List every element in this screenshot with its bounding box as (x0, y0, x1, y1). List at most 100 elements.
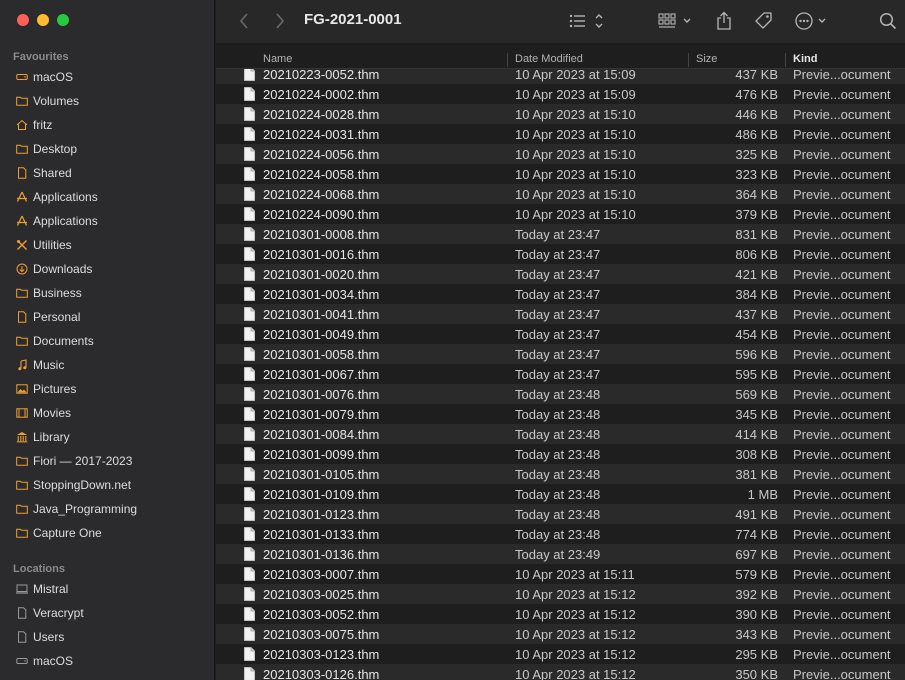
file-row[interactable]: 20210301-0123.thm Today at 23:48 491 KB Pre… (216, 504, 905, 524)
column-date-modified[interactable]: Date Modified (515, 53, 583, 65)
sidebar-item[interactable]: Java_Programming (0, 498, 214, 520)
file-kind: Previe...ocument (793, 467, 891, 482)
file-name: 20210303-0123.thm (263, 647, 380, 662)
file-name: 20210301-0076.thm (263, 387, 380, 402)
file-date-modified: Today at 23:47 (515, 287, 601, 302)
file-row[interactable]: 20210301-0109.thm Today at 23:48 1 MB Previ… (216, 484, 905, 504)
file-row[interactable]: 20210301-0084.thm Today at 23:48 414 KB Pre… (216, 424, 905, 444)
sidebar-item[interactable]: Shared (0, 162, 214, 184)
list-view-icon (569, 14, 603, 28)
sidebar-item[interactable]: Applications (0, 186, 214, 208)
sidebar-item[interactable]: Personal (0, 306, 214, 328)
file-name: 20210301-0109.thm (263, 487, 380, 502)
sidebar-item-label: Applications (33, 214, 98, 228)
document-icon (244, 147, 255, 161)
document-icon (244, 347, 255, 361)
group-button[interactable] (658, 12, 694, 30)
file-date-modified: 10 Apr 2023 at 15:12 (515, 587, 636, 602)
sidebar-item[interactable]: Volumes (0, 90, 214, 112)
file-row[interactable]: 20210303-0075.thm 10 Apr 2023 at 15:12 343… (216, 624, 905, 644)
file-row[interactable]: 20210301-0136.thm Today at 23:49 697 KB Pre… (216, 544, 905, 564)
file-size: 421 KB (735, 267, 778, 282)
file-row[interactable]: 20210301-0079.thm Today at 23:48 345 KB Pre… (216, 404, 905, 424)
more-actions-button[interactable] (794, 11, 830, 31)
file-row[interactable]: 20210303-0007.thm 10 Apr 2023 at 15:11 579… (216, 564, 905, 584)
column-divider[interactable] (785, 53, 786, 67)
file-row[interactable]: 20210301-0034.thm Today at 23:47 384 KB Pre… (216, 284, 905, 304)
file-row[interactable]: 20210301-0016.thm Today at 23:47 806 KB Pre… (216, 244, 905, 264)
file-kind: Previe...ocument (793, 667, 891, 680)
file-name: 20210301-0016.thm (263, 247, 380, 262)
locations-title: Locations (13, 563, 65, 575)
file-row[interactable]: 20210301-0076.thm Today at 23:48 569 KB Pre… (216, 384, 905, 404)
search-button[interactable] (878, 11, 898, 31)
file-row[interactable]: 20210301-0041.thm Today at 23:47 437 KB Pre… (216, 304, 905, 324)
file-row[interactable]: 20210301-0133.thm Today at 23:48 774 KB Pre… (216, 524, 905, 544)
back-button[interactable] (236, 12, 252, 30)
file-size: 437 KB (735, 69, 778, 82)
sidebar-item[interactable]: Utilities (0, 234, 214, 256)
sidebar-item[interactable]: fritz (0, 114, 214, 136)
sidebar-item[interactable]: Applications (0, 210, 214, 232)
sidebar-item-label: Fiori — 2017-2023 (33, 454, 133, 468)
sidebar-item-label: Java_Programming (33, 502, 138, 516)
sidebar-item[interactable]: Downloads (0, 258, 214, 280)
sidebar-item[interactable]: Veracrypt (0, 602, 214, 624)
file-row[interactable]: 20210303-0126.thm 10 Apr 2023 at 15:12 350… (216, 664, 905, 680)
file-row[interactable]: 20210303-0123.thm 10 Apr 2023 at 15:12 295… (216, 644, 905, 664)
file-kind: Previe...ocument (793, 627, 891, 642)
file-row[interactable]: 20210224-0031.thm 10 Apr 2023 at 15:10 486… (216, 124, 905, 144)
share-button[interactable] (714, 10, 734, 32)
sidebar-item[interactable]: Library (0, 426, 214, 448)
file-row[interactable]: 20210224-0068.thm 10 Apr 2023 at 15:10 364… (216, 184, 905, 204)
column-name[interactable]: Name (263, 53, 292, 65)
maximize-window-button[interactable] (57, 14, 69, 26)
folder-icon (16, 479, 28, 491)
close-window-button[interactable] (17, 14, 29, 26)
file-row[interactable]: 20210224-0028.thm 10 Apr 2023 at 15:10 446… (216, 104, 905, 124)
file-row[interactable]: 20210301-0099.thm Today at 23:48 308 KB Pre… (216, 444, 905, 464)
sidebar-item[interactable]: Business (0, 282, 214, 304)
sidebar-item[interactable]: Documents (0, 330, 214, 352)
sidebar-item[interactable]: Fiori — 2017-2023 (0, 450, 214, 472)
file-row[interactable]: 20210301-0020.thm Today at 23:47 421 KB Pre… (216, 264, 905, 284)
document-icon (244, 667, 255, 680)
document-icon (16, 167, 28, 179)
column-kind[interactable]: Kind (793, 53, 817, 65)
view-options-button[interactable] (568, 12, 608, 30)
file-row[interactable]: 20210301-0105.thm Today at 23:48 381 KB Pre… (216, 464, 905, 484)
sidebar-item[interactable]: Capture One (0, 522, 214, 544)
file-row[interactable]: 20210301-0008.thm Today at 23:47 831 KB Pre… (216, 224, 905, 244)
column-divider[interactable] (507, 53, 508, 67)
file-row[interactable]: 20210301-0049.thm Today at 23:47 454 KB Pre… (216, 324, 905, 344)
file-row[interactable]: 20210301-0058.thm Today at 23:47 596 KB Pre… (216, 344, 905, 364)
file-row[interactable]: 20210224-0058.thm 10 Apr 2023 at 15:10 323… (216, 164, 905, 184)
file-date-modified: Today at 23:47 (515, 247, 601, 262)
file-date-modified: Today at 23:47 (515, 367, 601, 382)
sidebar-item[interactable]: Desktop (0, 138, 214, 160)
tag-button[interactable] (752, 11, 774, 31)
sidebar-item[interactable]: Mistral (0, 578, 214, 600)
sidebar-item[interactable]: Movies (0, 402, 214, 424)
file-kind: Previe...ocument (793, 327, 891, 342)
sidebar-item[interactable]: macOS (0, 66, 214, 88)
sidebar-item[interactable]: StoppingDown.net (0, 474, 214, 496)
column-size[interactable]: Size (696, 53, 717, 65)
minimize-window-button[interactable] (37, 14, 49, 26)
sidebar-item-label: Personal (33, 310, 81, 324)
sidebar-item[interactable]: macOS (0, 650, 214, 672)
file-row[interactable]: 20210301-0067.thm Today at 23:47 595 KB Pre… (216, 364, 905, 384)
sidebar-item[interactable]: Users (0, 626, 214, 648)
file-list[interactable]: 20210223-0052.thm 10 Apr 2023 at 15:09 437… (216, 69, 905, 680)
file-row[interactable]: 20210303-0025.thm 10 Apr 2023 at 15:12 392… (216, 584, 905, 604)
file-row[interactable]: 20210223-0052.thm 10 Apr 2023 at 15:09 437… (216, 69, 905, 84)
sidebar-item[interactable]: Music (0, 354, 214, 376)
file-row[interactable]: 20210303-0052.thm 10 Apr 2023 at 15:12 390… (216, 604, 905, 624)
file-row[interactable]: 20210224-0002.thm 10 Apr 2023 at 15:09 476… (216, 84, 905, 104)
file-row[interactable]: 20210224-0056.thm 10 Apr 2023 at 15:10 325… (216, 144, 905, 164)
column-divider[interactable] (688, 53, 689, 67)
forward-button[interactable] (272, 12, 288, 30)
sidebar-item[interactable]: Pictures (0, 378, 214, 400)
file-row[interactable]: 20210224-0090.thm 10 Apr 2023 at 15:10 379… (216, 204, 905, 224)
file-kind: Previe...ocument (793, 287, 891, 302)
